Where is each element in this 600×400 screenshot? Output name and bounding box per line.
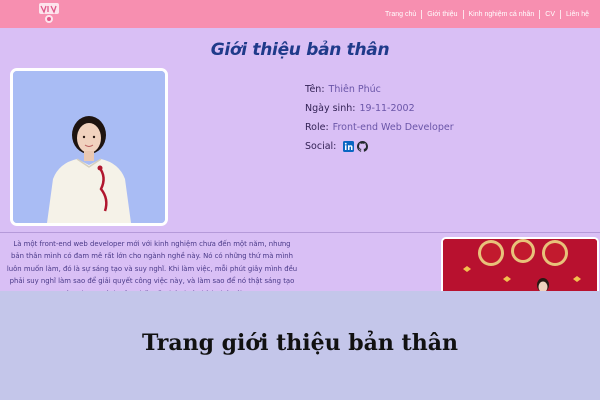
website-screenshot: Trang chủ Giới thiệu Kinh nghiệm cá nhân… [0,0,600,291]
social-row: Social: [305,137,454,156]
nav-link-experience[interactable]: Kinh nghiệm cá nhân [462,9,540,19]
github-icon[interactable] [357,141,369,152]
social-label: Social: [305,141,337,152]
top-navigation-bar: Trang chủ Giới thiệu Kinh nghiệm cá nhân… [0,0,600,28]
role-label: Role: [305,122,329,133]
linkedin-icon[interactable] [343,141,355,152]
nav-link-cv[interactable]: CV [539,9,560,19]
name-value: Thiên Phúc [328,84,381,95]
page-title: Giới thiệu bản thân [210,40,390,60]
dob-value: 19-11-2002 [359,103,415,114]
section-divider [0,232,600,233]
role-row: Role: Front-end Web Developer [305,118,454,137]
about-paragraph: Là một front-end web developer mới với k… [6,240,298,291]
profile-info: Tên: Thiên Phúc Ngày sinh: 19-11-2002 Ro… [305,80,454,156]
dob-label: Ngày sinh: [305,103,356,114]
nav-link-contact[interactable]: Liên hệ [560,9,594,19]
caption-title: Trang giới thiệu bản thân [142,330,458,356]
dob-row: Ngày sinh: 19-11-2002 [305,99,454,118]
name-row: Tên: Thiên Phúc [305,80,454,99]
nav-link-about[interactable]: Giới thiệu [421,9,462,19]
nav-links: Trang chủ Giới thiệu Kinh nghiệm cá nhân… [380,0,594,28]
nav-link-home[interactable]: Trang chủ [380,10,421,19]
role-value: Front-end Web Developer [332,122,454,133]
site-logo[interactable] [38,2,60,24]
profile-photo [10,68,168,226]
name-label: Tên: [305,84,325,95]
tet-photo [441,237,599,291]
